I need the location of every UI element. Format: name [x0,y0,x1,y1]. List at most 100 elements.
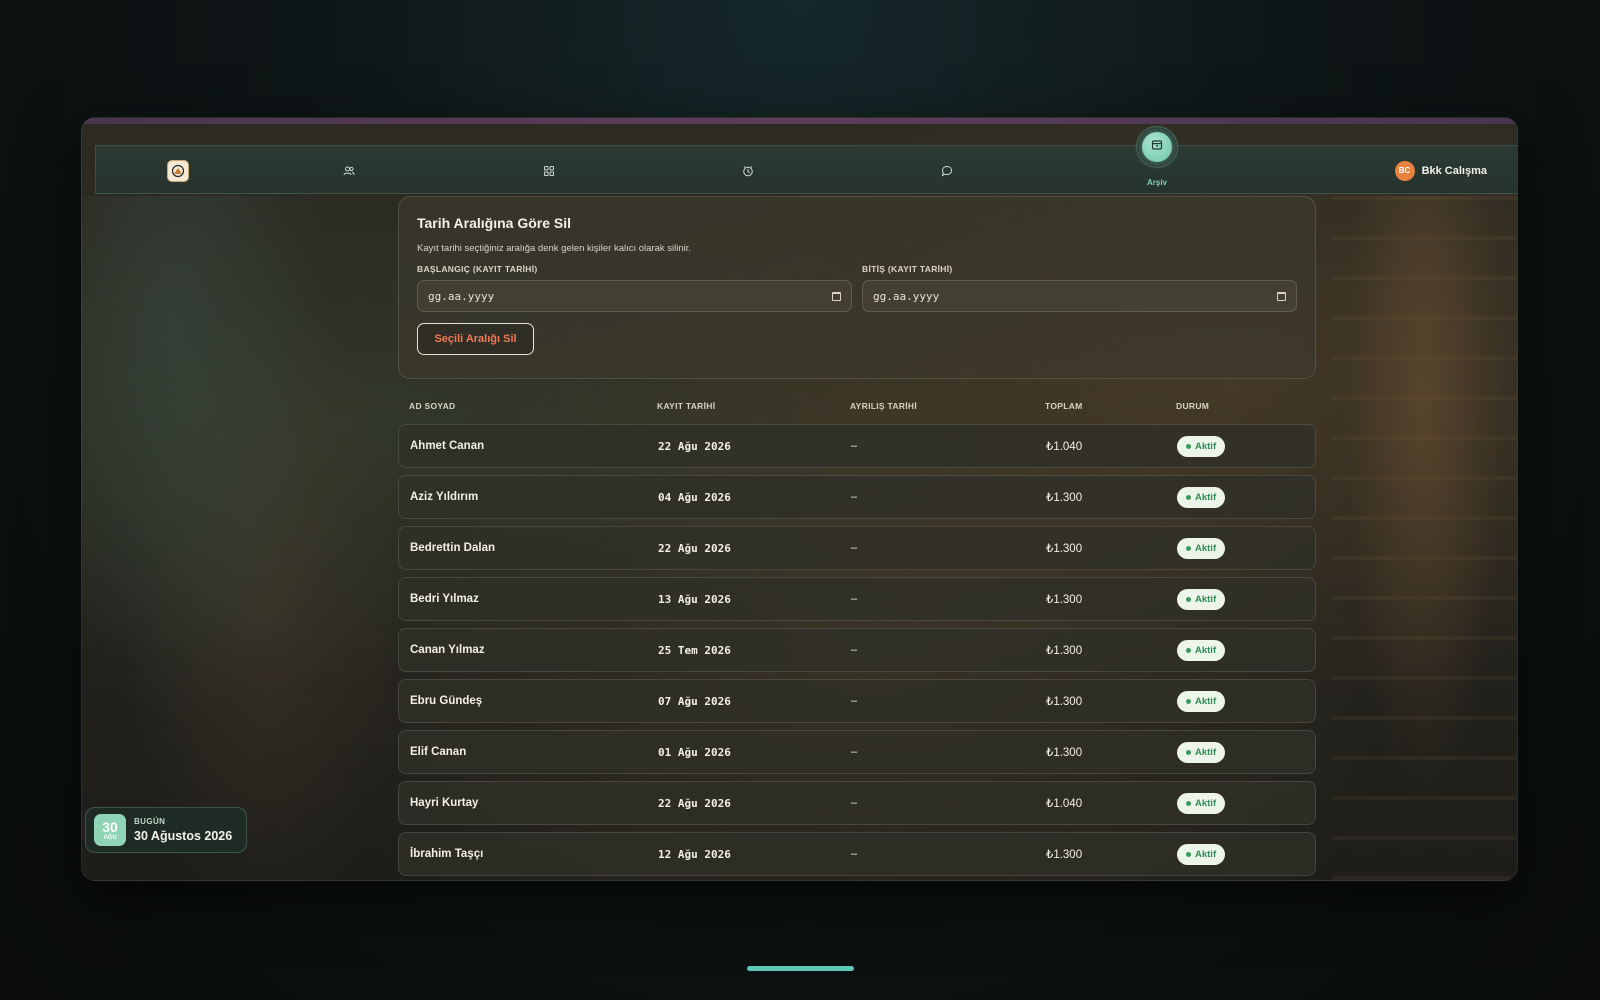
end-date-input[interactable]: gg.aa.yyyy [862,280,1297,312]
table-row[interactable]: Aziz Yıldırım 04 Ağu 2026 – ₺1.300 Aktif [398,475,1316,519]
home-indicator [747,966,854,971]
cell-registration-date: 13 Ağu 2026 [658,592,731,606]
nav-dashboard[interactable] [519,146,579,195]
cell-total: ₺1.040 [1046,441,1083,453]
cell-name: Ahmet Canan [410,440,485,452]
end-date-label: BİTİŞ (KAYIT TARİHİ) [862,264,953,274]
clock-icon [742,165,754,177]
background-photo-left [82,196,392,880]
nav-archive-label: Arşiv [1146,178,1167,187]
cell-total: ₺1.300 [1046,543,1083,555]
table-row[interactable]: Hayri Kurtay 22 Ağu 2026 – ₺1.040 Aktif [398,781,1316,825]
status-dot-icon [1186,596,1191,602]
status-badge: Aktif [1177,588,1226,610]
cell-name: Elif Canan [410,746,467,758]
cell-registration-date: 07 Ağu 2026 [658,694,731,708]
cell-registration-date: 01 Ağu 2026 [658,745,731,759]
status-dot-icon [1186,698,1191,704]
start-date-label: BAŞLANGIÇ (KAYIT TARİHİ) [417,264,538,274]
column-header-registration-date[interactable]: KAYIT TARİHİ [657,401,715,411]
cell-status: Aktif [1177,629,1226,671]
end-date-field: BİTİŞ (KAYIT TARİHİ) gg.aa.yyyy [862,264,1297,312]
top-nav: Arşiv BC Bkk Calışma [95,126,1517,195]
cell-total: ₺1.300 [1046,645,1083,657]
status-dot-icon [1186,851,1191,857]
today-widget: 30 AĞU BUGÜN 30 Ağustos 2026 [85,807,247,853]
cell-registration-date: 25 Tem 2026 [658,643,731,657]
status-text: Aktif [1195,695,1217,707]
nav-people[interactable] [319,146,379,195]
table-row[interactable]: Ahmet Canan 22 Ağu 2026 – ₺1.040 Aktif [398,424,1316,468]
table-row[interactable]: Bedri Yılmaz 13 Ağu 2026 – ₺1.300 Aktif [398,577,1316,621]
cell-name: Canan Yılmaz [410,644,485,656]
cell-leave-date: – [851,797,858,809]
cell-leave-date: – [851,746,858,758]
status-badge: Aktif [1177,435,1226,457]
status-badge: Aktif [1177,486,1226,508]
end-date-placeholder: gg.aa.yyyy [873,289,940,303]
status-text: Aktif [1195,848,1217,860]
today-date: 30 Ağustos 2026 [134,829,233,843]
table-row[interactable]: Elif Canan 01 Ağu 2026 – ₺1.300 Aktif [398,730,1316,774]
nav-home[interactable] [148,146,208,195]
nav-archive[interactable] [1136,126,1178,168]
cell-name: Bedri Yılmaz [410,593,479,605]
status-text: Aktif [1195,542,1217,554]
column-header-total[interactable]: TOPLAM [1045,401,1083,411]
today-month: AĞU [103,834,117,841]
calendar-icon[interactable] [1277,291,1286,301]
cell-status: Aktif [1177,782,1226,824]
logo-icon [167,159,189,182]
status-dot-icon [1186,749,1191,755]
user-name: Bkk Calışma [1421,164,1487,177]
grid-icon [543,165,555,177]
table-header: AD SOYAD KAYIT TARİHİ AYRILIŞ TARİHİ TOP… [398,401,1316,415]
status-text: Aktif [1195,440,1217,452]
cell-status: Aktif [1177,578,1226,620]
cell-registration-date: 04 Ağu 2026 [658,490,731,504]
cell-name: Hayri Kurtay [410,797,479,809]
cell-leave-date: – [851,695,858,707]
cell-registration-date: 12 Ağu 2026 [658,847,731,861]
cell-leave-date: – [851,848,858,860]
cell-status: Aktif [1177,833,1226,875]
today-label: BUGÜN [134,817,166,826]
status-text: Aktif [1195,746,1217,758]
cell-leave-date: – [851,440,858,452]
users-icon [343,165,355,177]
cell-status: Aktif [1177,425,1226,467]
cell-total: ₺1.300 [1046,696,1083,708]
status-badge: Aktif [1177,639,1226,661]
column-header-name[interactable]: AD SOYAD [409,401,456,411]
delete-range-button[interactable]: Seçili Aralığı Sil [417,323,534,355]
cell-total: ₺1.300 [1046,849,1083,861]
column-header-status[interactable]: DURUM [1176,401,1209,411]
status-badge: Aktif [1177,690,1226,712]
nav-messages[interactable] [917,146,977,195]
app-window: Arşiv BC Bkk Calışma Tarih Aralığına Gör… [81,117,1518,881]
cell-total: ₺1.300 [1046,492,1083,504]
table-row[interactable]: Canan Yılmaz 25 Tem 2026 – ₺1.300 Aktif [398,628,1316,672]
column-header-leave-date[interactable]: AYRILIŞ TARİHİ [850,401,917,411]
status-badge: Aktif [1177,741,1226,763]
status-dot-icon [1186,545,1191,551]
nav-timer[interactable] [718,146,778,195]
status-badge: Aktif [1177,537,1226,559]
cell-registration-date: 22 Ağu 2026 [658,796,731,810]
start-date-field: BAŞLANGIÇ (KAYIT TARİHİ) gg.aa.yyyy [417,264,852,312]
table-row[interactable]: Bedrettin Dalan 22 Ağu 2026 – ₺1.300 Akt… [398,526,1316,570]
table-row[interactable]: Ebru Gündeş 07 Ağu 2026 – ₺1.300 Aktif [398,679,1316,723]
card-title: Tarih Aralığına Göre Sil [417,215,572,231]
cell-leave-date: – [851,644,858,656]
card-description: Kayıt tarihi seçtiğiniz aralığa denk gel… [417,243,692,254]
cell-leave-date: – [851,491,858,503]
calendar-icon[interactable] [832,291,841,301]
cell-total: ₺1.040 [1046,798,1083,810]
cell-total: ₺1.300 [1046,747,1083,759]
user-menu[interactable]: BC Bkk Calışma [1394,146,1487,195]
today-calendar-icon: 30 AĞU [94,814,126,846]
status-text: Aktif [1195,797,1217,809]
table-row[interactable]: İbrahim Taşçı 12 Ağu 2026 – ₺1.300 Aktif [398,832,1316,876]
delete-by-date-card: Tarih Aralığına Göre Sil Kayıt tarihi se… [398,196,1316,379]
start-date-input[interactable]: gg.aa.yyyy [417,280,852,312]
